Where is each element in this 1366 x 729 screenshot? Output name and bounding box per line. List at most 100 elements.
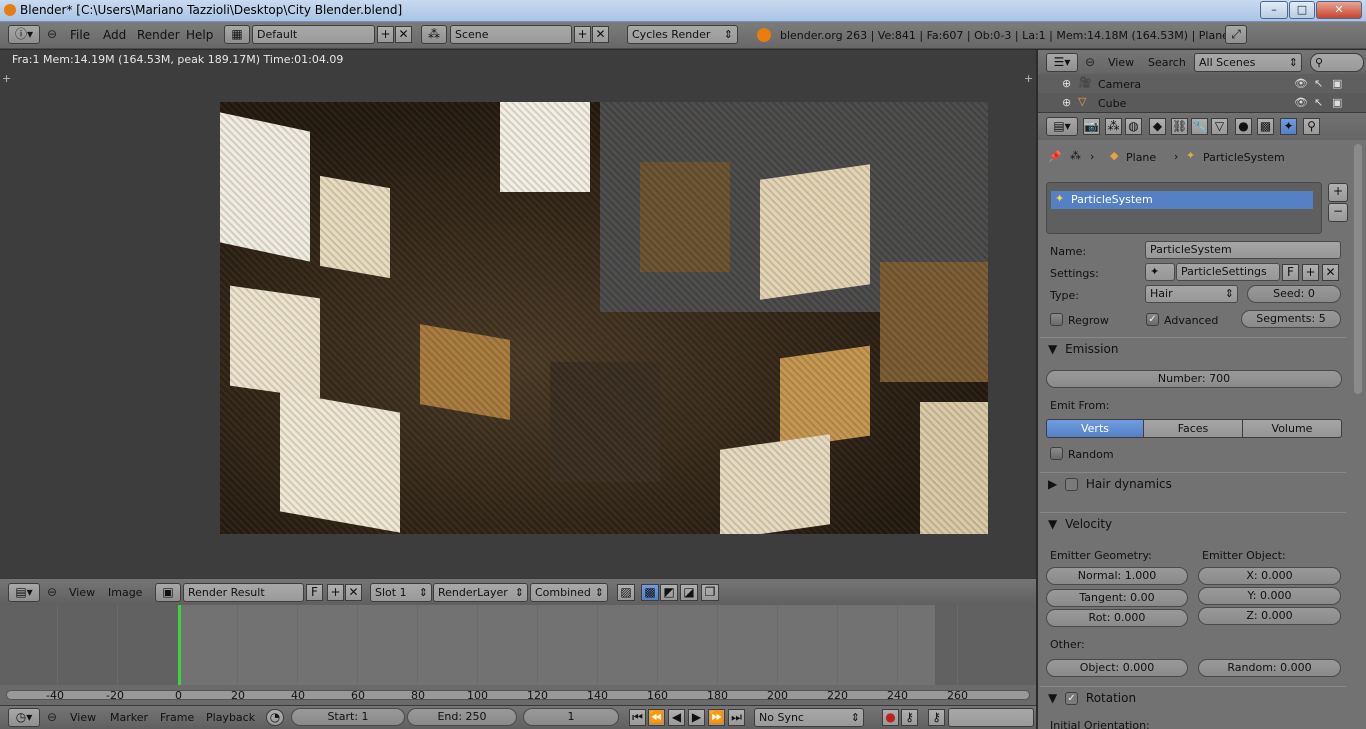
rotation-checkbox[interactable]: ✓ — [1065, 692, 1079, 705]
sync-select[interactable]: No Sync ⇕ — [754, 708, 864, 727]
menu-search[interactable]: Search — [1148, 56, 1186, 69]
type-select[interactable]: Hair ⇕ — [1145, 285, 1238, 303]
modifiers-tab-icon[interactable]: 🔧 — [1191, 118, 1208, 135]
menu-render[interactable]: Render — [137, 28, 180, 42]
cursor-icon[interactable]: ↖ — [1314, 96, 1323, 109]
new-settings-icon[interactable]: + — [1302, 264, 1319, 281]
y-field[interactable]: Y: 0.000 — [1198, 587, 1341, 605]
start-frame-field[interactable]: Start: 1 — [291, 708, 405, 726]
number-field[interactable]: Number: 700 — [1046, 370, 1342, 388]
menu-view[interactable]: View — [70, 711, 96, 724]
particles-tab-icon[interactable]: ✦ — [1280, 118, 1297, 135]
collapse-menu-icon[interactable]: ⊖ — [47, 27, 57, 41]
list-item[interactable]: ✦ ParticleSystem — [1051, 191, 1313, 209]
rot-field[interactable]: Rot: 0.000 — [1046, 609, 1188, 627]
x-field[interactable]: X: 0.000 — [1198, 567, 1341, 585]
jump-keyframe-back-icon[interactable]: ⏪ — [648, 709, 665, 726]
plus-corner-icon[interactable]: + — [2, 72, 11, 85]
remove-scene-icon[interactable]: ✕ — [592, 26, 609, 43]
scene-tab-icon[interactable]: ⁂ — [1105, 118, 1122, 135]
add-particle-system-icon[interactable]: + — [1328, 183, 1348, 202]
jump-start-icon[interactable]: ⏮ — [629, 709, 646, 726]
preview-range-icon[interactable]: ◔ — [266, 709, 284, 726]
physics-tab-icon[interactable]: ⚲ — [1303, 118, 1320, 135]
segments-field[interactable]: Segments: 5 — [1241, 310, 1341, 328]
pin-icon[interactable]: 📌 — [1048, 150, 1062, 163]
eye-icon[interactable]: 👁 — [1294, 96, 1308, 109]
screen-layout-field[interactable]: Default — [252, 25, 375, 44]
maximize-button[interactable]: □ — [1289, 1, 1315, 19]
velocity-panel-header[interactable]: ▼ Velocity — [1040, 512, 1346, 536]
minimize-button[interactable]: – — [1260, 1, 1288, 19]
rotation-panel-header[interactable]: ▼ ✓ Rotation — [1040, 686, 1346, 710]
render-layer-select[interactable]: RenderLayer ⇕ — [433, 583, 528, 602]
end-frame-field[interactable]: End: 250 — [407, 708, 517, 726]
timeline-scrollbar[interactable] — [6, 690, 1030, 700]
settings-field[interactable]: ParticleSettings — [1176, 263, 1280, 281]
emit-from-faces[interactable]: Faces — [1143, 419, 1243, 438]
menu-view[interactable]: View — [69, 586, 95, 599]
timeline-area[interactable]: -40 -20 0 20 40 60 80 100 120 140 160 18… — [0, 605, 1036, 705]
editor-type-info-icon[interactable]: ⓘ▾ — [8, 25, 40, 44]
emission-panel-header[interactable]: ▼ Emission — [1040, 337, 1346, 361]
render-engine-select[interactable]: Cycles Render ⇕ — [627, 25, 738, 44]
editor-type-properties-icon[interactable]: ▤▾ — [1046, 117, 1078, 136]
outliner-search-input[interactable]: ⚲ — [1310, 53, 1364, 72]
z-buffer-icon[interactable]: ◪ — [680, 584, 698, 601]
hair-dynamics-checkbox[interactable] — [1065, 478, 1079, 491]
properties-scrollbar[interactable] — [1354, 144, 1362, 394]
editor-type-image-icon[interactable]: ▤▾ — [8, 583, 40, 602]
editor-type-timeline-icon[interactable]: ◷▾ — [8, 708, 40, 727]
remove-screen-icon[interactable]: ✕ — [395, 26, 412, 43]
outliner-item-label[interactable]: Camera — [1098, 78, 1141, 91]
current-frame-field[interactable]: 1 — [523, 708, 619, 726]
render-camera-icon[interactable]: ▣ — [1332, 96, 1342, 109]
slot-select[interactable]: Slot 1 ⇕ — [370, 583, 432, 602]
keying-set-icon[interactable]: ⚷ — [901, 709, 918, 726]
object-velocity-field[interactable]: Object: 0.000 — [1046, 659, 1188, 677]
name-field[interactable]: ParticleSystem — [1145, 241, 1341, 259]
jump-keyframe-forward-icon[interactable]: ⏩ — [708, 709, 725, 726]
record-icon[interactable]: ● — [882, 709, 899, 726]
fake-user-button[interactable]: F — [1282, 264, 1299, 281]
image-browse-icon[interactable]: ▣ — [155, 583, 181, 602]
menu-add[interactable]: Add — [103, 28, 126, 42]
cursor-icon[interactable]: ↖ — [1314, 77, 1323, 90]
constraints-tab-icon[interactable]: ⛓ — [1171, 118, 1188, 135]
unlink-image-icon[interactable]: ✕ — [345, 584, 362, 601]
editor-type-outliner-icon[interactable]: ☰▾ — [1046, 53, 1078, 72]
emit-from-volume[interactable]: Volume — [1242, 419, 1342, 438]
render-camera-icon[interactable]: ▣ — [1332, 77, 1342, 90]
playhead-marker[interactable] — [178, 605, 181, 685]
settings-browse-icon[interactable]: ✦ — [1145, 263, 1175, 281]
copy-icon[interactable]: ❐ — [701, 584, 719, 601]
data-tab-icon[interactable]: ▽ — [1211, 118, 1228, 135]
material-tab-icon[interactable]: ● — [1235, 118, 1252, 135]
expand-icon[interactable]: ⊕ — [1062, 96, 1071, 109]
texture-tab-icon[interactable]: ▩ — [1257, 118, 1274, 135]
keyframe-type-icon[interactable]: ⚷ — [928, 709, 945, 726]
render-tab-icon[interactable]: 📷 — [1083, 118, 1100, 135]
normal-field[interactable]: Normal: 1.000 — [1046, 567, 1188, 585]
seed-field[interactable]: Seed: 0 — [1247, 285, 1341, 303]
emit-from-verts[interactable]: Verts — [1046, 419, 1144, 438]
world-tab-icon[interactable]: ◍ — [1125, 118, 1142, 135]
z-field[interactable]: Z: 0.000 — [1198, 607, 1341, 625]
outliner-row[interactable]: ⊕ ▽ Cube 👁 ↖ ▣ — [1038, 93, 1366, 112]
eye-icon[interactable]: 👁 — [1294, 77, 1308, 90]
scene-icon[interactable]: ⁂ — [421, 25, 447, 44]
random-checkbox[interactable] — [1050, 447, 1063, 460]
unlink-settings-icon[interactable]: ✕ — [1322, 264, 1339, 281]
keying-set-field[interactable] — [948, 708, 1034, 727]
outliner-item-label[interactable]: Cube — [1098, 97, 1126, 110]
close-button[interactable]: ✕ — [1316, 1, 1362, 19]
collapse-menu-icon[interactable]: ⊖ — [1085, 55, 1095, 69]
fake-user-button[interactable]: F — [306, 584, 323, 601]
timeline-ruler[interactable]: -40 -20 0 20 40 60 80 100 120 140 160 18… — [0, 685, 1036, 705]
pass-select[interactable]: Combined ⇕ — [530, 583, 608, 602]
scene-field[interactable]: Scene — [450, 25, 572, 44]
new-image-icon[interactable]: + — [327, 584, 344, 601]
menu-image[interactable]: Image — [108, 586, 142, 599]
expand-icon[interactable]: ⊕ — [1062, 77, 1071, 90]
timeline-grid[interactable] — [0, 605, 1036, 685]
